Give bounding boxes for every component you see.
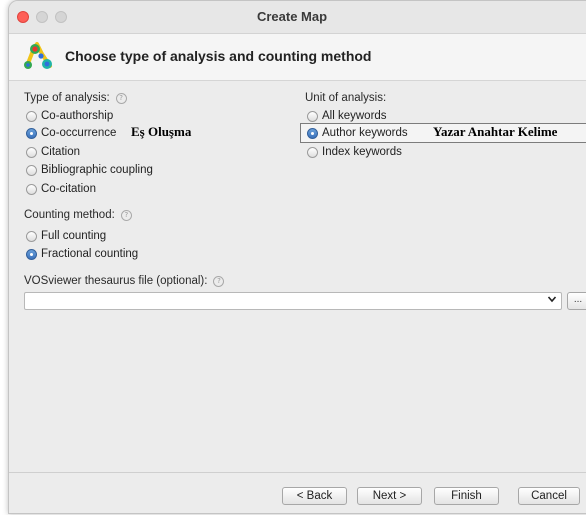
radio-button-icon[interactable] xyxy=(26,164,37,176)
radio-button-icon[interactable] xyxy=(26,146,37,158)
unit-of-analysis-label: Unit of analysis: xyxy=(305,92,387,104)
radio-button-icon[interactable] xyxy=(26,230,37,242)
radio-citation[interactable]: Citation xyxy=(26,144,80,160)
radio-button-selected-icon[interactable] xyxy=(26,248,37,260)
radio-label: Index keywords xyxy=(322,146,402,158)
title-bar[interactable]: Create Map xyxy=(9,1,586,34)
wizard-header: Choose type of analysis and counting met… xyxy=(9,34,586,81)
radio-co-citation[interactable]: Co-citation xyxy=(26,181,96,197)
radio-button-icon[interactable] xyxy=(307,146,318,158)
create-map-dialog: Create Map Choose type of analysis and c… xyxy=(8,0,586,514)
next-button[interactable]: Next > xyxy=(357,487,422,505)
radio-label: Co-citation xyxy=(41,183,96,195)
help-icon[interactable]: ? xyxy=(115,93,127,104)
radio-label: Author keywords xyxy=(322,127,408,139)
finish-button[interactable]: Finish xyxy=(434,487,499,505)
help-icon[interactable]: ? xyxy=(213,276,225,287)
radio-fractional-counting[interactable]: Fractional counting xyxy=(26,246,138,262)
wizard-step-title: Choose type of analysis and counting met… xyxy=(65,48,372,64)
chevron-down-icon[interactable] xyxy=(547,294,557,307)
radio-label: Citation xyxy=(41,146,80,158)
thesaurus-label: VOSviewer thesaurus file (optional):? xyxy=(24,275,225,287)
chevron-down-icon-graphic xyxy=(547,296,557,303)
radio-full-counting[interactable]: Full counting xyxy=(26,228,106,244)
back-button[interactable]: < Back xyxy=(282,487,347,505)
radio-button-icon[interactable] xyxy=(307,110,318,122)
radio-co-authorship[interactable]: Co-authorship xyxy=(26,108,113,124)
browse-file-button[interactable]: ... xyxy=(567,292,586,310)
radio-button-icon[interactable] xyxy=(26,183,37,195)
radio-index-keywords[interactable]: Index keywords xyxy=(307,144,402,160)
radio-label: Bibliographic coupling xyxy=(41,164,153,176)
counting-method-label: Counting method:? xyxy=(24,209,132,221)
radio-all-keywords[interactable]: All keywords xyxy=(307,108,387,124)
radio-button-selected-icon[interactable] xyxy=(26,127,37,139)
radio-co-occurrence[interactable]: Co-occurrence xyxy=(26,125,116,141)
radio-button-icon[interactable] xyxy=(26,110,37,122)
type-of-analysis-label-text: Type of analysis: xyxy=(24,92,110,104)
thesaurus-label-text: VOSviewer thesaurus file (optional): xyxy=(24,275,208,287)
counting-method-label-text: Counting method: xyxy=(24,209,115,221)
type-of-analysis-label: Type of analysis:? xyxy=(24,92,127,104)
radio-label: Full counting xyxy=(41,230,107,242)
annotation-author-keywords: Yazar Anahtar Kelime xyxy=(433,124,558,139)
help-icon[interactable]: ? xyxy=(120,210,132,221)
radio-label: Fractional counting xyxy=(41,248,139,260)
footer-divider xyxy=(9,472,586,473)
radio-author-keywords[interactable]: Author keywords xyxy=(307,125,408,141)
radio-label: All keywords xyxy=(322,110,387,122)
radio-label: Co-authorship xyxy=(41,110,114,122)
window-title: Create Map xyxy=(256,9,328,24)
radio-button-selected-icon[interactable] xyxy=(307,127,318,139)
radio-bibliographic-coupling[interactable]: Bibliographic coupling xyxy=(26,162,153,178)
annotation-co-occurrence: Eş Oluşma xyxy=(131,124,192,139)
radio-label: Co-occurrence xyxy=(41,127,117,139)
cancel-button[interactable]: Cancel xyxy=(518,487,580,505)
thesaurus-file-dropdown[interactable] xyxy=(24,292,562,310)
vosviewer-logo-icon xyxy=(24,42,52,69)
